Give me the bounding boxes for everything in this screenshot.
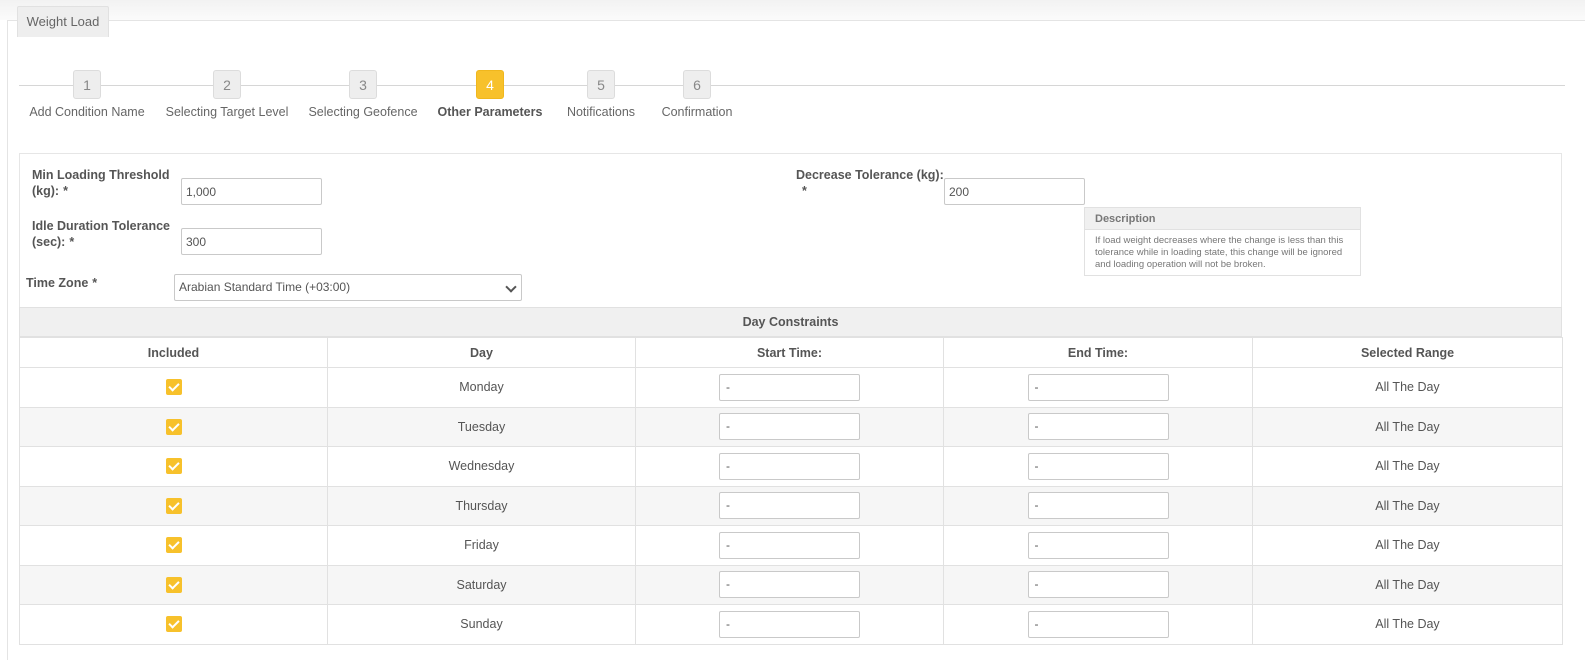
table-header-row: Included Day Start Time: End Time: Selec…	[19, 337, 1563, 368]
start-time-input[interactable]: -	[719, 373, 860, 401]
included-checkbox[interactable]	[165, 497, 182, 514]
column-header-day: Day	[327, 337, 636, 368]
description-text: If load weight decreases where the chang…	[1095, 235, 1344, 270]
end-time-input[interactable]: -	[1027, 373, 1169, 401]
start-time-input[interactable]: -	[719, 413, 860, 441]
day-cell: Thursday	[327, 485, 636, 526]
end-time-input[interactable]: -	[1027, 452, 1169, 480]
day-constraints-table: Included Day Start Time: End Time: Selec…	[19, 337, 1563, 645]
table-row: Sunday - - All The Day	[19, 604, 1563, 645]
idle-duration-input[interactable]	[181, 228, 322, 255]
step-label: Selecting Target Level	[165, 105, 289, 119]
table-row: Saturday - - All The Day	[19, 564, 1563, 605]
included-checkbox[interactable]	[165, 379, 182, 396]
decrease-tolerance-input[interactable]	[944, 178, 1085, 205]
end-time-input[interactable]: -	[1027, 413, 1169, 441]
step-number: 2	[213, 70, 241, 99]
day-cell: Monday	[327, 367, 636, 408]
selected-range-cell: All The Day	[1252, 604, 1563, 645]
end-time-input[interactable]: -	[1027, 492, 1169, 520]
included-checkbox[interactable]	[165, 458, 182, 475]
wizard-step-6[interactable]: 6 Confirmation	[622, 70, 772, 119]
start-time-input[interactable]: -	[719, 531, 860, 559]
start-time-input[interactable]: -	[719, 571, 860, 599]
column-header-start-time: Start Time:	[635, 337, 944, 368]
selected-range-cell: All The Day	[1252, 446, 1563, 487]
time-zone-select[interactable]: Arabian Standard Time (+03:00)	[174, 274, 522, 301]
start-time-input[interactable]: -	[719, 610, 860, 638]
included-checkbox[interactable]	[165, 537, 182, 554]
end-time-input[interactable]: -	[1027, 531, 1169, 559]
day-constraints-title: Day Constraints	[19, 307, 1562, 337]
included-checkbox[interactable]	[165, 418, 182, 435]
table-row: Wednesday - - All The Day	[19, 446, 1563, 487]
end-time-input[interactable]: -	[1027, 610, 1169, 638]
selected-range-cell: All The Day	[1252, 406, 1563, 447]
step-number: 5	[587, 70, 615, 99]
required-marker: *	[63, 184, 68, 198]
day-cell: Saturday	[327, 564, 636, 605]
table-row: Monday - - All The Day	[19, 367, 1563, 408]
day-cell: Friday	[327, 525, 636, 566]
decrease-tolerance-label: Decrease Tolerance (kg): *	[796, 168, 944, 198]
day-cell: Tuesday	[327, 406, 636, 447]
required-marker: *	[92, 276, 98, 290]
description-title: Description	[1085, 208, 1360, 230]
end-time-input[interactable]: -	[1027, 571, 1169, 599]
step-label: Confirmation	[661, 105, 733, 119]
required-marker: *	[69, 235, 75, 249]
included-checkbox[interactable]	[165, 576, 182, 593]
selected-range-cell: All The Day	[1252, 485, 1563, 526]
start-time-input[interactable]: -	[719, 492, 860, 520]
wizard-step-2[interactable]: 2 Selecting Target Level	[152, 70, 302, 119]
description-box: Description If load weight decreases whe…	[1084, 207, 1361, 276]
time-zone-label: Time Zone *	[26, 276, 98, 290]
start-time-input[interactable]: -	[719, 452, 860, 480]
wizard-step-1[interactable]: 1 Add Condition Name	[12, 70, 162, 119]
step-number: 4	[476, 70, 504, 99]
column-header-end-time: End Time:	[943, 337, 1253, 368]
table-row: Friday - - All The Day	[19, 525, 1563, 566]
column-header-selected-range: Selected Range	[1252, 337, 1563, 368]
table-row: Thursday - - All The Day	[19, 485, 1563, 526]
min-loading-input[interactable]	[181, 178, 322, 205]
chevron-down-icon	[505, 281, 517, 293]
day-cell: Wednesday	[327, 446, 636, 487]
idle-duration-label: Idle Duration Tolerance (sec): *	[32, 219, 170, 249]
column-header-included: Included	[19, 337, 328, 368]
day-cell: Sunday	[327, 604, 636, 645]
step-label: Add Condition Name	[29, 105, 145, 119]
included-checkbox[interactable]	[165, 616, 182, 633]
required-marker: *	[802, 184, 807, 198]
min-loading-label: Min Loading Threshold (kg): *	[32, 168, 170, 198]
step-number: 6	[683, 70, 711, 99]
top-bar	[0, 0, 1585, 20]
selected-range-cell: All The Day	[1252, 564, 1563, 605]
selected-range-cell: All The Day	[1252, 525, 1563, 566]
tab-weight-load[interactable]: Weight Load	[17, 6, 109, 37]
step-number: 3	[349, 70, 377, 99]
step-number: 1	[73, 70, 101, 99]
selected-range-cell: All The Day	[1252, 367, 1563, 408]
table-row: Tuesday - - All The Day	[19, 406, 1563, 447]
time-zone-value: Arabian Standard Time (+03:00)	[179, 280, 351, 294]
